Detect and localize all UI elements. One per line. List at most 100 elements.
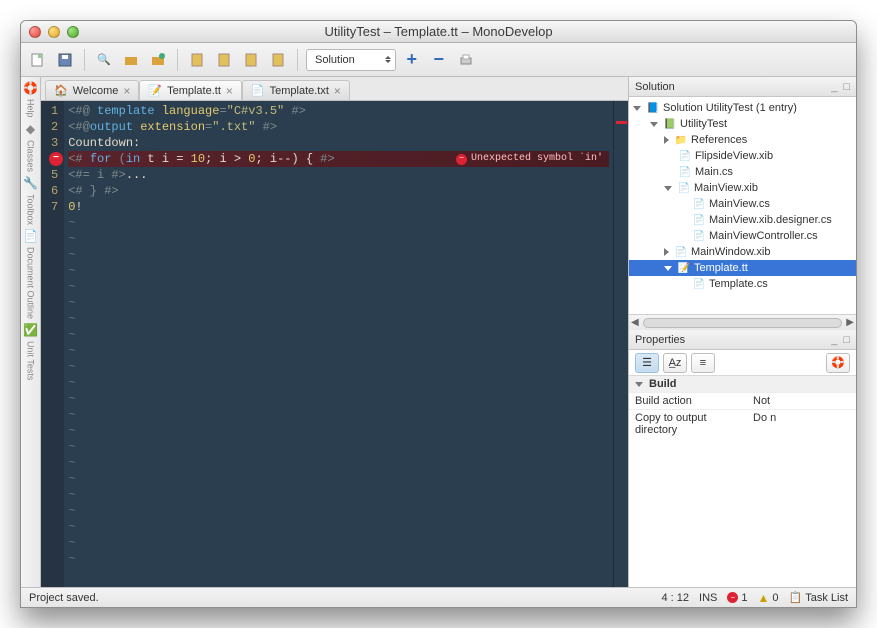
empty-line-tilde: ~ [68,279,609,295]
warning-count[interactable]: ▲0 [757,591,778,605]
error-count[interactable]: −1 [727,592,747,604]
minimize-pane-button[interactable]: _ [831,81,837,93]
code-line[interactable]: <#= i #>... [68,167,609,183]
unit-tests-icon[interactable]: ✅ [23,323,38,337]
tree-h-scrollbar[interactable]: ◀▶ [629,314,856,330]
help-icon[interactable]: 🛟 [23,81,38,95]
tab-template-tt[interactable]: 📝 Template.tt × [139,80,242,100]
build-button[interactable] [120,49,142,71]
tree-references[interactable]: 📁References [629,132,856,148]
document-outline-icon[interactable]: 📄 [23,229,38,243]
alpha-sort-button[interactable]: A̲z [663,353,687,373]
config-select[interactable]: Solution [306,49,396,71]
print-button[interactable] [455,49,477,71]
rebuild-button[interactable] [147,49,169,71]
property-row[interactable]: Copy to output directoryDo n [629,409,856,438]
empty-line-tilde: ~ [68,455,609,471]
properties-grid[interactable]: Build Build actionNot Copy to output dir… [629,376,856,587]
property-group-build[interactable]: Build [629,376,856,392]
minimize-pane-button[interactable]: _ [831,334,837,346]
empty-line-tilde: ~ [68,503,609,519]
close-pane-button[interactable]: □ [843,334,850,346]
tree-item[interactable]: 📄MainView.xib.designer.cs [629,212,856,228]
tree-mainview[interactable]: 📄MainView.xib [629,180,856,196]
solution-pane-title: Solution [635,81,675,93]
solution-pane-header: Solution _ □ [629,77,856,97]
tree-mainwindow[interactable]: 📄MainWindow.xib [629,244,856,260]
add-button[interactable]: + [401,49,423,71]
tree-project[interactable]: 📗UtilityTest [629,116,856,132]
scroll-right-icon[interactable]: ▶ [846,317,854,328]
code-line[interactable]: <# } #> [68,183,609,199]
code-line[interactable]: <# for (in t i = 10; i > 0; i--) { #>−Un… [68,151,609,167]
rail-toolbox[interactable]: Toolbox [26,192,36,227]
empty-line-tilde: ~ [68,423,609,439]
error-icon: − [727,592,738,603]
tool-button-4[interactable] [267,49,289,71]
right-dock: Solution _ □ 📘Solution UtilityTest (1 ent… [628,77,856,587]
status-bar: Project saved. 4 : 12 INS −1 ▲0 📋Task Li… [21,587,856,607]
scroll-thumb[interactable] [643,318,843,328]
empty-line-tilde: ~ [68,295,609,311]
error-stripe[interactable] [613,101,628,587]
tab-label: Template.txt [270,85,329,97]
editor-area: 🏠 Welcome × 📝 Template.tt × 📄 Template.t… [41,77,628,587]
save-button[interactable] [54,49,76,71]
empty-line-tilde: ~ [68,519,609,535]
code-line[interactable]: <#@ template language="C#v3.5" #> [68,103,609,119]
tab-close-icon[interactable]: × [334,84,341,98]
gutter-error-icon[interactable]: − [49,152,63,166]
code-body[interactable]: <#@ template language="C#v3.5" #><#@outp… [64,101,613,569]
empty-line-tilde: ~ [68,311,609,327]
tool-button-3[interactable] [240,49,262,71]
solution-tree[interactable]: 📘Solution UtilityTest (1 entry) 📗Utility… [629,97,856,314]
tree-item[interactable]: 📄FlipsideView.xib [629,148,856,164]
tab-close-icon[interactable]: × [226,84,233,98]
code-line[interactable]: <#@output extension=".txt" #> [68,119,609,135]
code-line[interactable]: Countdown: [68,135,609,151]
task-list-button[interactable]: 📋Task List [789,591,849,604]
empty-line-tilde: ~ [68,407,609,423]
rail-classes[interactable]: Classes [26,138,36,174]
main-toolbar: 🔍 Solution + − [21,43,856,77]
task-list-icon: 📋 [789,591,803,604]
insert-mode[interactable]: INS [699,592,717,604]
rail-help[interactable]: Help [26,97,36,120]
rail-docoutline[interactable]: Document Outline [26,245,36,321]
empty-line-tilde: ~ [68,343,609,359]
empty-line-tilde: ~ [68,375,609,391]
tree-root[interactable]: 📘Solution UtilityTest (1 entry) [629,100,856,116]
new-file-button[interactable] [27,49,49,71]
tool-button-1[interactable] [186,49,208,71]
code-editor[interactable]: 1234−567 <#@ template language="C#v3.5" … [41,101,628,587]
app-window: UtilityTest – Template.tt – MonoDevelop … [20,20,857,608]
close-pane-button[interactable]: □ [843,81,850,93]
tree-item[interactable]: 📄Template.cs [629,276,856,292]
zoom-icon[interactable]: 🔍 [93,49,115,71]
tree-item[interactable]: 📄MainViewController.cs [629,228,856,244]
left-side-rail: 🛟 Help ◆ Classes 🔧 Toolbox 📄 Document Ou… [21,77,41,587]
error-mark[interactable] [616,121,627,124]
tree-template-tt[interactable]: 📝Template.tt [629,260,856,276]
remove-button[interactable]: − [428,49,450,71]
empty-line-tilde: ~ [68,471,609,487]
tab-template-txt[interactable]: 📄 Template.txt × [242,80,350,100]
classes-icon[interactable]: ◆ [26,122,35,136]
category-view-button[interactable]: ☰ [635,353,659,373]
tree-item[interactable]: 📄Main.cs [629,164,856,180]
rail-unittests[interactable]: Unit Tests [26,339,36,382]
toolbox-icon[interactable]: 🔧 [23,176,38,190]
code-line[interactable]: 0! [68,199,609,215]
empty-line-tilde: ~ [68,247,609,263]
tree-item[interactable]: 📄MainView.cs [629,196,856,212]
cursor-position: 4 : 12 [661,592,689,604]
tab-welcome[interactable]: 🏠 Welcome × [45,80,139,100]
property-row[interactable]: Build actionNot [629,392,856,409]
props-list-button[interactable]: ≡ [691,353,715,373]
empty-line-tilde: ~ [68,359,609,375]
scroll-left-icon[interactable]: ◀ [631,317,639,328]
tab-close-icon[interactable]: × [123,84,130,98]
tool-button-2[interactable] [213,49,235,71]
help-button[interactable]: 🛟 [826,353,850,373]
properties-pane-title: Properties [635,334,685,346]
